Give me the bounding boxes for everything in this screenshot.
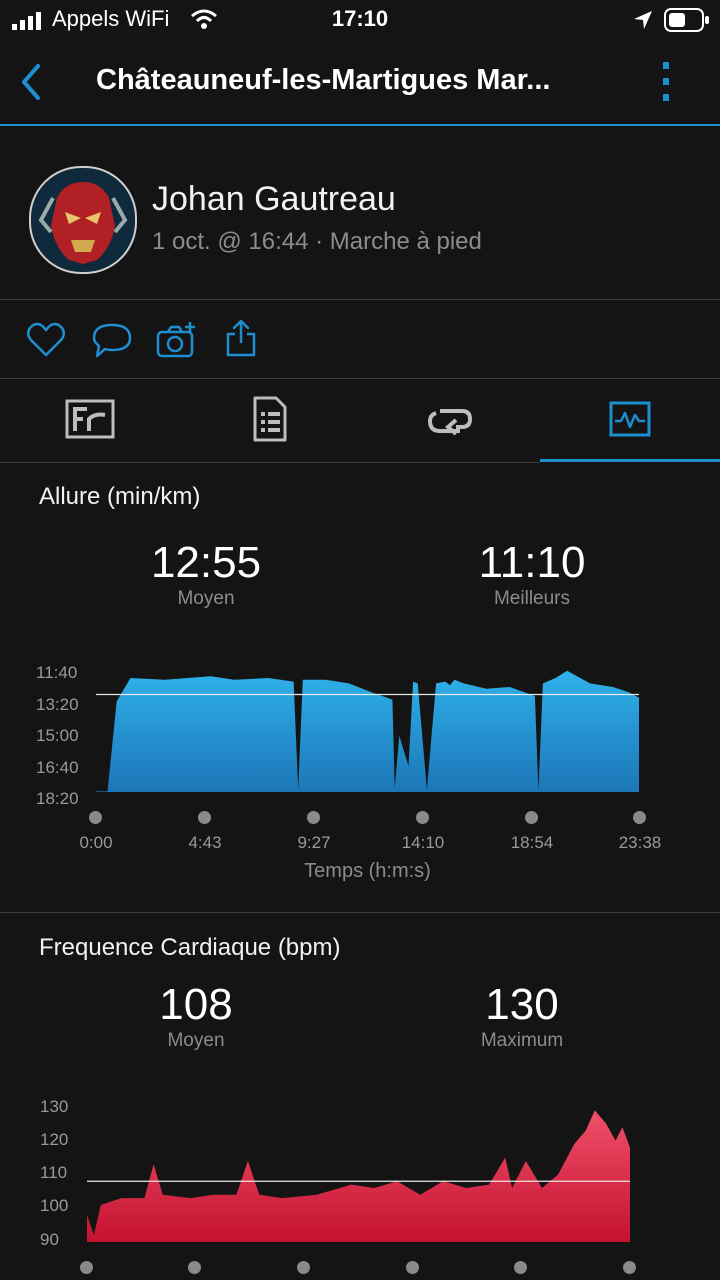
location-arrow-icon — [634, 11, 652, 29]
hr-chart-title: Frequence Cardiaque (bpm) — [39, 934, 341, 961]
hr-max-value: 130 — [485, 980, 559, 1029]
hr-x-dot — [80, 1261, 93, 1274]
pace-average-value: 12:55 — [150, 538, 262, 587]
hr-average-label: Moyen — [167, 1030, 225, 1051]
user-name[interactable]: Johan Gautreau — [152, 180, 396, 219]
share-icon[interactable] — [224, 318, 258, 358]
status-bar: Appels WiFi 17:10 — [0, 0, 720, 40]
avatar-image — [33, 170, 133, 270]
pace-average-label: Moyen — [177, 588, 235, 609]
stats-tab-icon — [253, 396, 287, 442]
more-vertical-icon[interactable] — [658, 60, 674, 104]
pace-x-dot — [416, 811, 429, 824]
page-title: Châteauneuf-les-Martigues Mar... — [96, 64, 551, 96]
hr-x-dot — [514, 1261, 527, 1274]
comment-icon[interactable] — [91, 322, 133, 360]
pace-x-tick: 23:38 — [618, 833, 662, 852]
active-tab-indicator — [540, 459, 720, 462]
pace-chart-title: Allure (min/km) — [39, 483, 201, 510]
pace-x-dot — [633, 811, 646, 824]
tab-charts[interactable] — [540, 379, 720, 461]
hr-area — [87, 1110, 630, 1242]
laps-tab-icon — [427, 409, 473, 436]
pace-x-tick: 0:00 — [79, 833, 113, 852]
divider — [0, 299, 720, 300]
pace-area — [96, 670, 639, 792]
pace-x-tick: 14:10 — [401, 833, 445, 852]
pace-x-tick: 4:43 — [188, 833, 222, 852]
app-header: Châteauneuf-les-Martigues Mar... — [0, 40, 720, 126]
hr-max-label: Maximum — [480, 1030, 564, 1051]
tab-laps[interactable] — [360, 379, 540, 461]
pace-x-dot — [198, 811, 211, 824]
back-chevron-icon[interactable] — [16, 62, 46, 102]
heart-icon[interactable] — [26, 322, 66, 358]
status-time: 17:10 — [331, 6, 389, 31]
charts-tab-icon — [609, 401, 651, 437]
pace-x-dot — [525, 811, 538, 824]
avatar[interactable] — [29, 166, 137, 274]
hr-average-value: 108 — [159, 980, 233, 1029]
tab-stats[interactable] — [180, 379, 360, 461]
pace-best-label: Meilleurs — [493, 588, 571, 609]
pace-x-axis-title: Temps (h:m:s) — [304, 860, 431, 882]
hr-x-dot — [188, 1261, 201, 1274]
overview-tab-icon — [65, 399, 115, 439]
add-photo-icon[interactable] — [156, 320, 198, 360]
hr-x-dot — [623, 1261, 636, 1274]
pace-x-dot — [307, 811, 320, 824]
pace-area-chart — [96, 670, 639, 792]
pace-x-tick: 9:27 — [297, 833, 331, 852]
pace-best-value: 11:10 — [478, 538, 586, 587]
tab-overview[interactable] — [0, 379, 180, 461]
hr-x-dot — [406, 1261, 419, 1274]
hr-x-dot — [297, 1261, 310, 1274]
activity-subtitle: 1 oct. @ 16:44 · Marche à pied — [152, 228, 482, 255]
divider — [0, 912, 720, 913]
hr-area-chart — [87, 1110, 630, 1242]
pace-x-dot — [89, 811, 102, 824]
divider — [0, 462, 540, 463]
battery-icon — [664, 8, 709, 32]
pace-x-tick: 18:54 — [510, 833, 554, 852]
